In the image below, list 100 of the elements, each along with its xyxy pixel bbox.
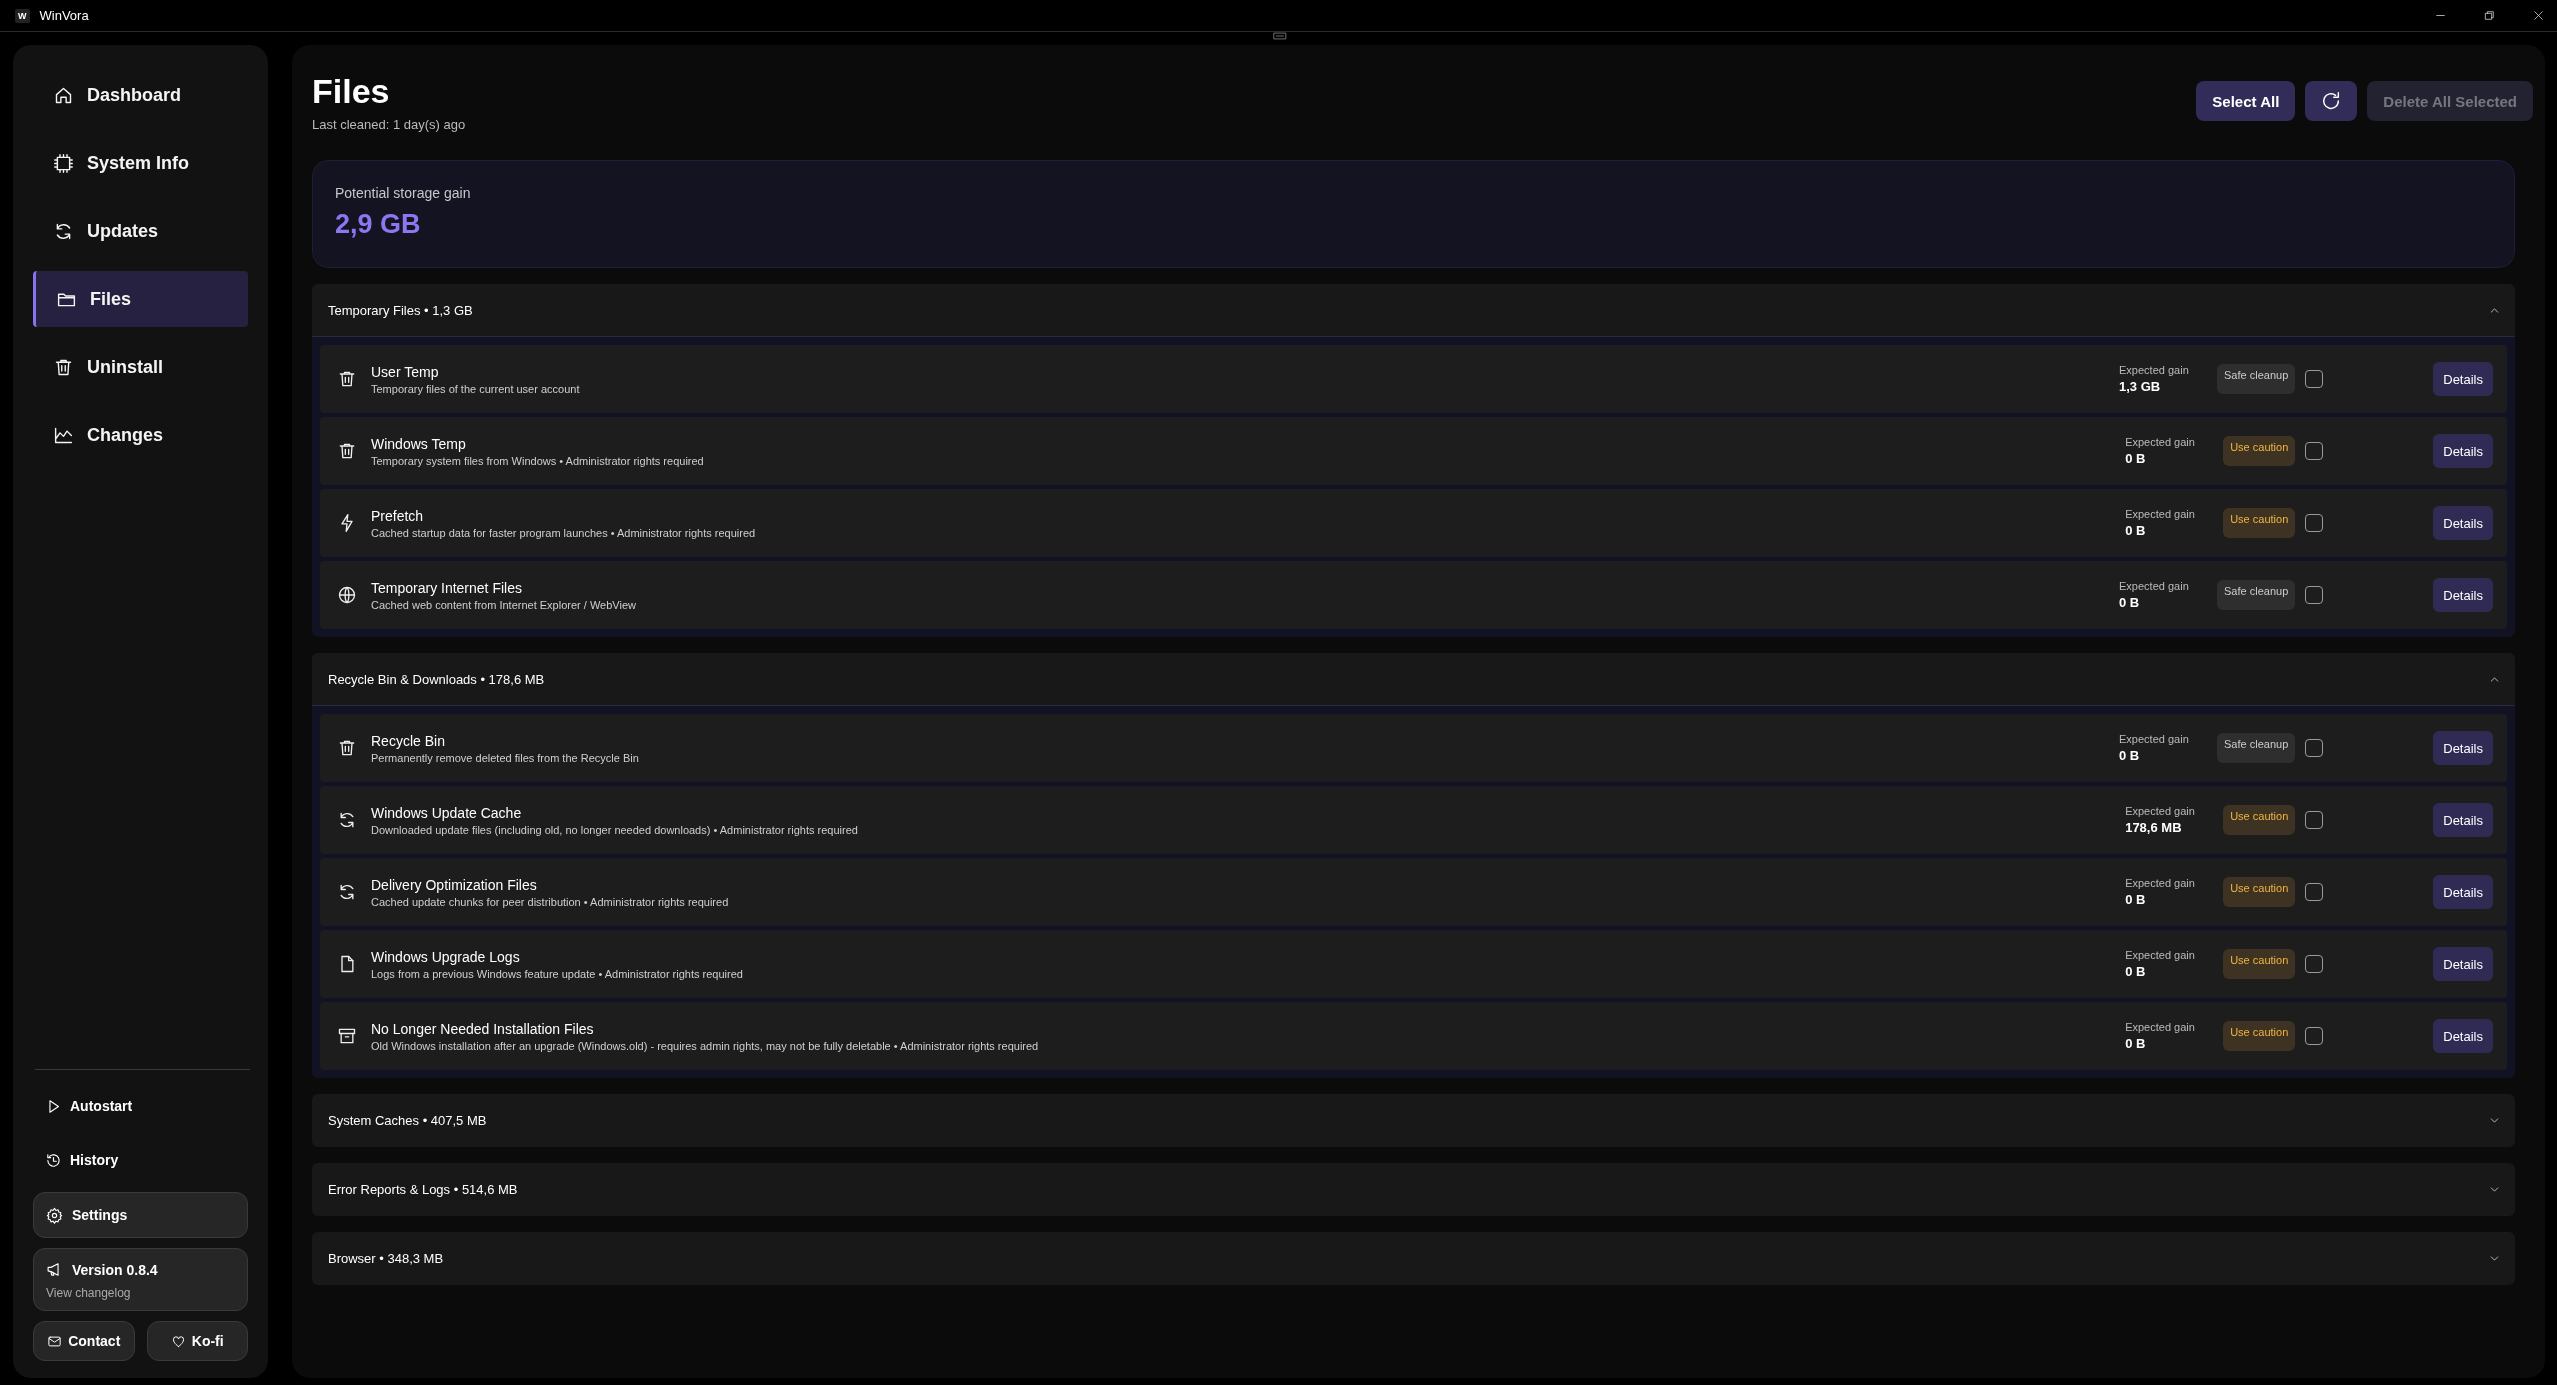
nav-item[interactable]: Dashboard xyxy=(33,67,248,123)
window-title: WinVora xyxy=(39,8,89,23)
item-description: Cached update chunks for peer distribution • Administrator rights required xyxy=(371,895,730,908)
trash-icon xyxy=(337,369,357,389)
category-header[interactable]: System Caches • 407,5 MB xyxy=(312,1094,2515,1147)
details-button[interactable]: Details xyxy=(2433,362,2493,396)
details-button[interactable]: Details xyxy=(2433,506,2493,540)
summary-label: Potential storage gain xyxy=(335,185,472,201)
details-button[interactable]: Details xyxy=(2433,434,2493,468)
history-icon xyxy=(45,1151,62,1169)
item-title: User Temp xyxy=(371,363,440,380)
risk-badge: Use caution xyxy=(2223,805,2296,835)
gain-value: 0 B xyxy=(2125,1036,2147,1051)
gain-value: 0 B xyxy=(2125,964,2147,979)
category-header[interactable]: Temporary Files • 1,3 GB xyxy=(312,284,2515,337)
nav-item[interactable]: System Info xyxy=(33,135,248,191)
risk-badge: Use caution xyxy=(2223,1021,2296,1051)
checkbox[interactable] xyxy=(2305,739,2324,757)
trash-icon xyxy=(337,738,357,758)
item-title: Recycle Bin xyxy=(371,732,446,749)
risk-badge: Safe cleanup xyxy=(2217,364,2296,394)
chip-icon xyxy=(53,152,74,174)
gain-value: 0 B xyxy=(2125,523,2147,538)
risk-badge: Use caution xyxy=(2223,949,2296,979)
category-header[interactable]: Browser • 348,3 MB xyxy=(312,1232,2515,1285)
checkbox[interactable] xyxy=(2305,811,2324,829)
restore-icon xyxy=(2483,9,2496,22)
checkbox[interactable] xyxy=(2305,955,2324,973)
checkbox[interactable] xyxy=(2305,442,2324,460)
version-label: Version 0.8.4 xyxy=(72,1261,158,1278)
nav-item[interactable]: Files xyxy=(33,271,248,327)
close-icon xyxy=(2532,9,2545,22)
gain-label: Expected gain xyxy=(2125,1021,2196,1033)
app-logo: W xyxy=(15,8,30,23)
refresh-button[interactable] xyxy=(2305,81,2358,121)
summary-value: 2,9 GB xyxy=(335,209,422,240)
details-button[interactable]: Details xyxy=(2433,578,2493,612)
settings-button[interactable]: Settings xyxy=(33,1192,248,1238)
checkbox[interactable] xyxy=(2305,370,2324,388)
item-description: Logs from a previous Windows feature update • Administrator rights required xyxy=(371,967,744,980)
item-description: Temporary files of the current user account xyxy=(371,382,581,395)
heart-icon xyxy=(170,1333,186,1349)
support-button[interactable]: Ko-fi xyxy=(146,1321,248,1361)
details-button[interactable]: Details xyxy=(2433,731,2493,765)
gain-value: 0 B xyxy=(2125,451,2147,466)
details-button[interactable]: Details xyxy=(2433,803,2493,837)
item-title: Delivery Optimization Files xyxy=(371,876,538,893)
gain-label: Expected gain xyxy=(2125,877,2196,889)
gain-label: Expected gain xyxy=(2125,436,2196,448)
page-title: Files xyxy=(312,71,391,111)
checkbox[interactable] xyxy=(2305,1027,2324,1045)
gain-value: 0 B xyxy=(2125,892,2147,907)
item-title: Windows Upgrade Logs xyxy=(371,948,521,965)
checkbox[interactable] xyxy=(2305,514,2324,532)
settings-icon xyxy=(46,1206,63,1224)
sidebar-link[interactable]: Autostart xyxy=(33,1084,248,1128)
nav-item[interactable]: Uninstall xyxy=(33,339,248,395)
contact-button[interactable]: Contact xyxy=(33,1321,135,1361)
item-description: Temporary system files from Windows • Administrator rights required xyxy=(371,454,705,467)
item-title: Prefetch xyxy=(371,507,425,524)
gain-label: Expected gain xyxy=(2119,733,2190,745)
mail-icon xyxy=(47,1333,63,1349)
item-description: Cached web content from Internet Explorer / WebView xyxy=(371,598,637,611)
last-cleaned-text: Last cleaned: 1 day(s) ago xyxy=(312,117,466,132)
nav-item[interactable]: Updates xyxy=(33,203,248,259)
item-title: No Longer Needed Installation Files xyxy=(371,1020,595,1037)
item-title: Windows Temp xyxy=(371,435,467,452)
category-header[interactable]: Recycle Bin & Downloads • 178,6 MB xyxy=(312,653,2515,706)
risk-badge: Use caution xyxy=(2223,508,2296,538)
checkbox[interactable] xyxy=(2305,586,2324,604)
action-button[interactable]: Select All xyxy=(2196,81,2296,121)
sidebar-link[interactable]: History xyxy=(33,1138,248,1182)
item-description: Old Windows installation after an upgrade (Windows.old) - requires admin rights, may not be fully deletable • Administrator rights required xyxy=(371,1039,1040,1052)
risk-badge: Safe cleanup xyxy=(2217,733,2296,763)
item-description: Downloaded update files (including old, no longer needed downloads) • Administrator rights required xyxy=(371,823,859,836)
risk-badge: Use caution xyxy=(2223,436,2296,466)
gain-value: 1,3 GB xyxy=(2119,379,2162,394)
item-description: Cached startup data for faster program launches • Administrator rights required xyxy=(371,526,757,539)
gain-label: Expected gain xyxy=(2119,364,2190,376)
item-description: Permanently remove deleted files from the Recycle Bin xyxy=(371,751,640,764)
details-button[interactable]: Details xyxy=(2433,1019,2493,1053)
nav-item[interactable]: Changes xyxy=(33,407,248,463)
risk-badge: Use caution xyxy=(2223,877,2296,907)
details-button[interactable]: Details xyxy=(2433,947,2493,981)
checkbox[interactable] xyxy=(2305,883,2324,901)
trash-icon xyxy=(337,441,357,461)
changelog-link[interactable]: View changelog xyxy=(46,1286,131,1300)
category-header[interactable]: Error Reports & Logs • 514,6 MB xyxy=(312,1163,2515,1216)
gain-value: 0 B xyxy=(2119,595,2141,610)
gain-label: Expected gain xyxy=(2125,805,2196,817)
globe-icon xyxy=(337,585,357,605)
gain-label: Expected gain xyxy=(2125,508,2196,520)
gain-label: Expected gain xyxy=(2125,949,2196,961)
archive-icon xyxy=(337,1026,357,1046)
gain-value: 178,6 MB xyxy=(2125,820,2183,835)
item-title: Windows Update Cache xyxy=(371,804,523,821)
item-title: Temporary Internet Files xyxy=(371,579,523,596)
gain-label: Expected gain xyxy=(2119,580,2190,592)
details-button[interactable]: Details xyxy=(2433,875,2493,909)
gain-value: 0 B xyxy=(2119,748,2141,763)
